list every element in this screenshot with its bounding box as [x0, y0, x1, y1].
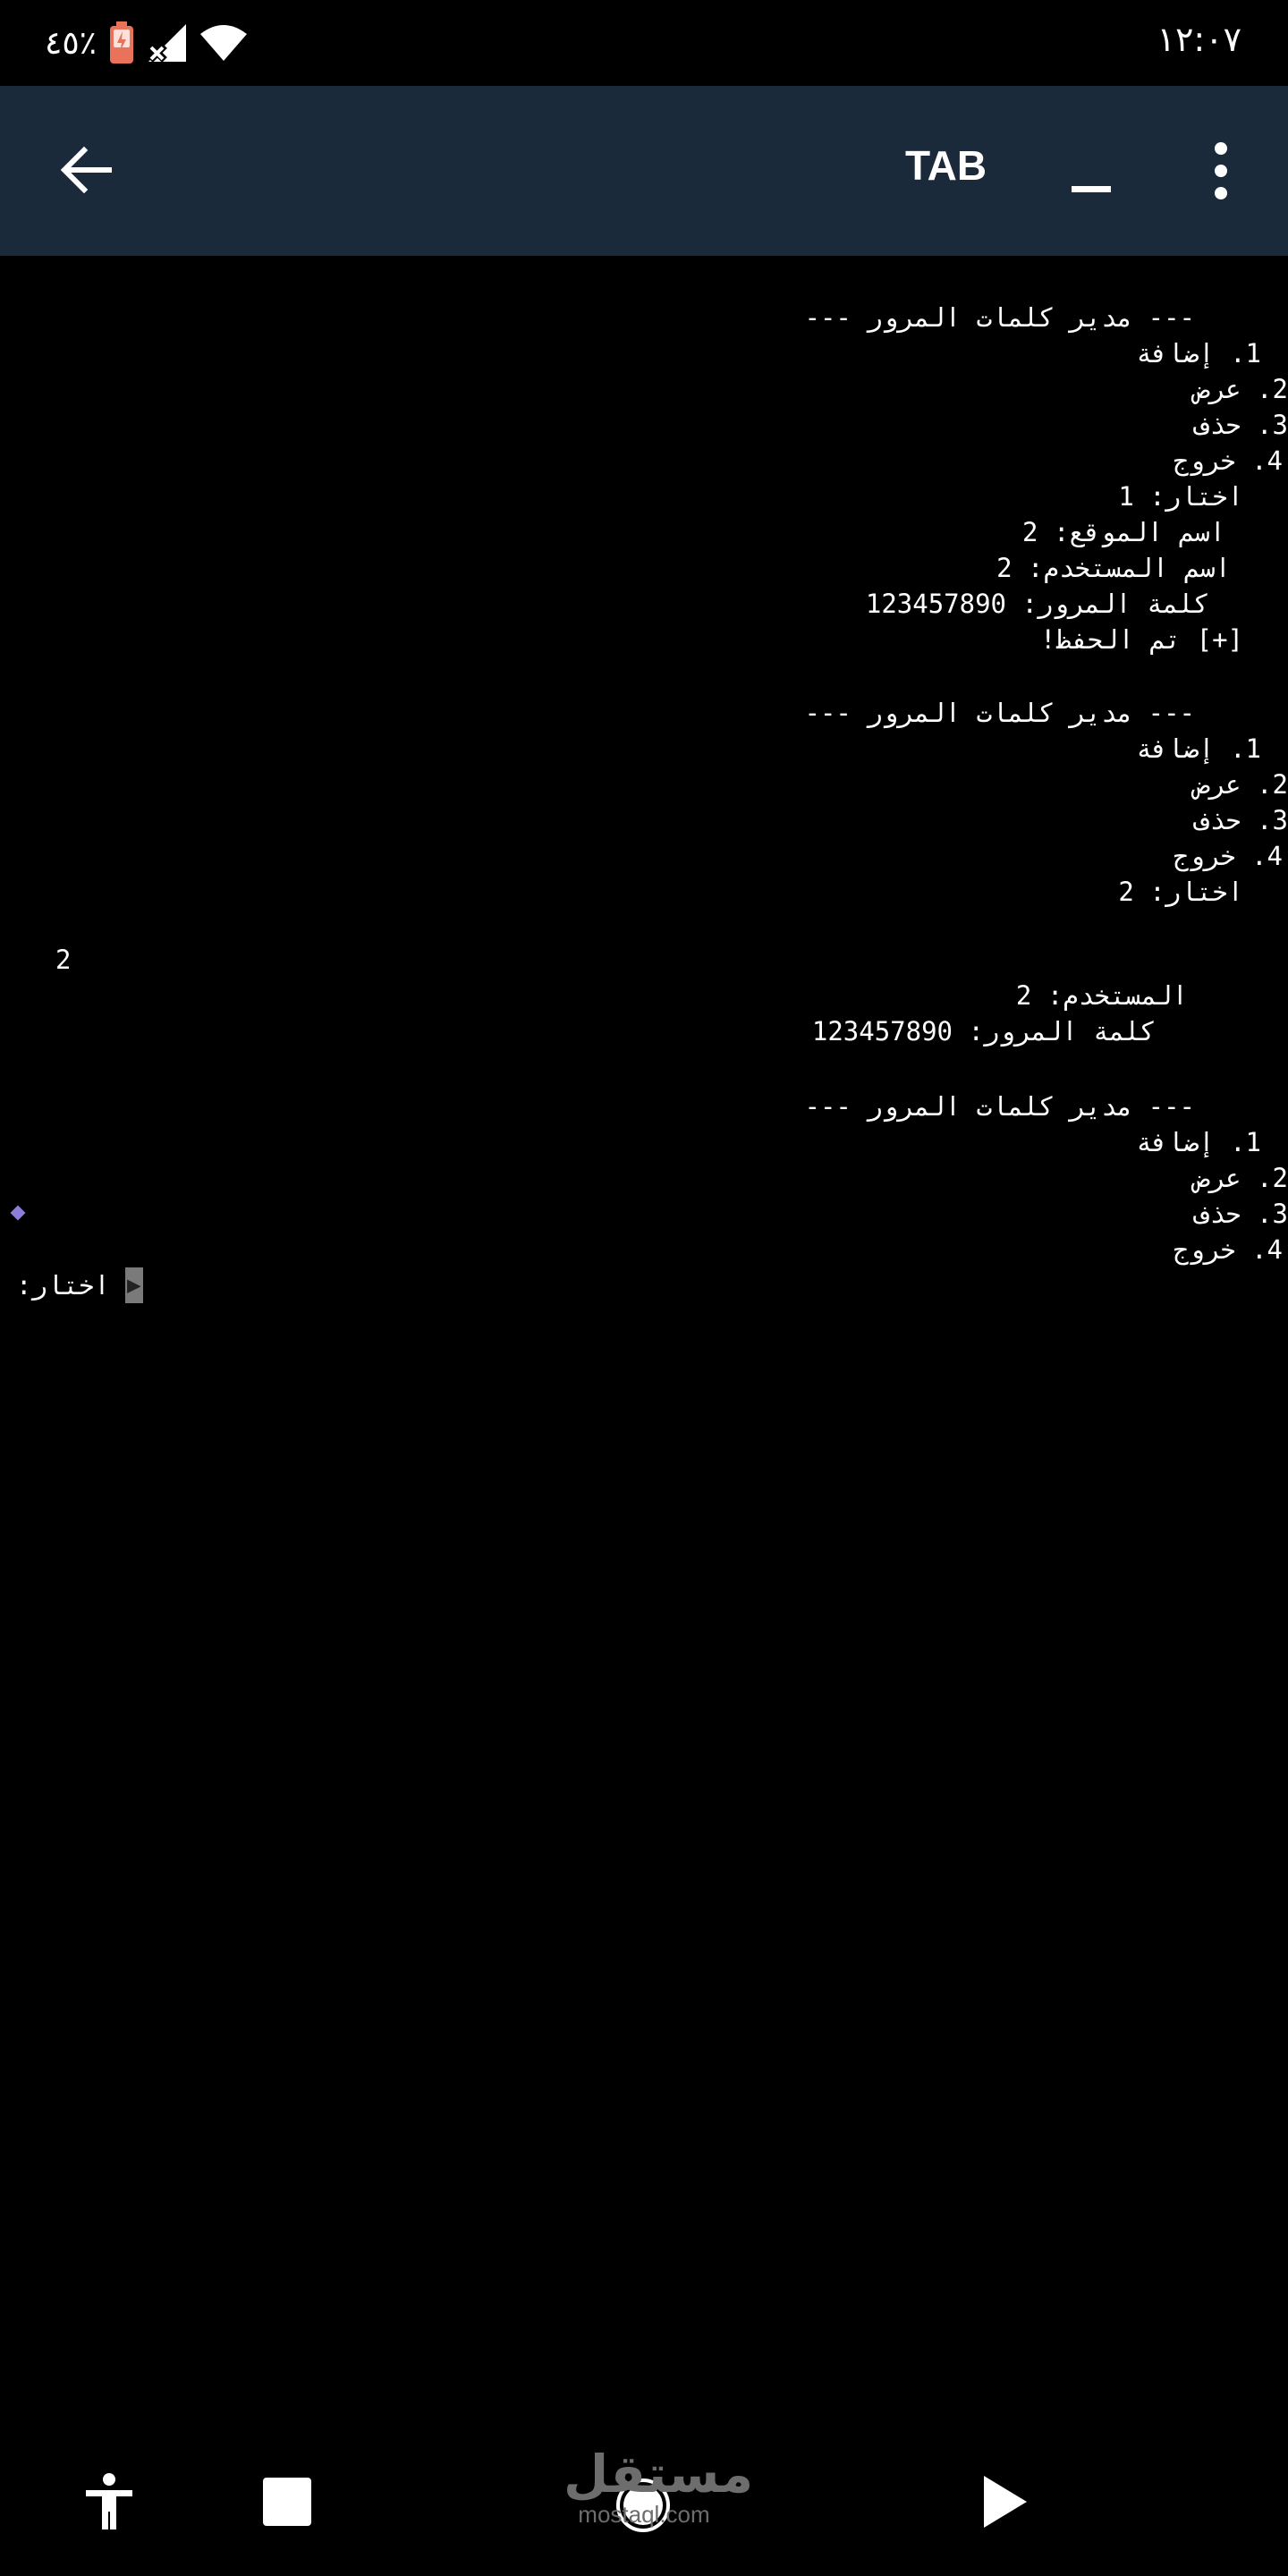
- menu-option-delete: 3. حذف: [1194, 805, 1288, 835]
- status-bar: ٤٥٪ ١٢:٠٧: [0, 0, 1288, 86]
- watermark-arabic: مستقل: [564, 2444, 754, 2504]
- app-toolbar: TAB: [0, 86, 1288, 256]
- status-time: ١٢:٠٧: [1157, 20, 1241, 59]
- watermark-logo: مستقل mostaql.com: [564, 2444, 754, 2546]
- site-name-line: اسم الموقع: 2: [1022, 517, 1225, 547]
- accessibility-icon[interactable]: [84, 2472, 134, 2531]
- menu-option-delete: 3. حذف: [1194, 410, 1288, 440]
- username-line: اسم المستخدم: 2: [996, 553, 1231, 583]
- menu-option-delete: 3. حذف: [1194, 1199, 1288, 1229]
- menu-option-exit: 4. خروج: [1173, 841, 1283, 871]
- menu-option-add: 1. إضافة: [1136, 338, 1261, 369]
- menu-option-view: 2. عرض: [1194, 1163, 1288, 1193]
- watermark-latin: mostaql.com: [578, 2501, 710, 2528]
- choice-line: اختار: 1: [1118, 481, 1243, 512]
- record-username: المستخدم: 2: [1015, 980, 1188, 1011]
- diamond-marker-icon: [10, 1205, 26, 1221]
- stop-icon[interactable]: [263, 2478, 311, 2526]
- menu-header: --- مدير كلمات المرور ---: [804, 302, 1196, 333]
- arrow-back-icon[interactable]: [57, 141, 114, 199]
- play-icon[interactable]: [982, 2474, 1029, 2529]
- terminal-output[interactable]: --- مدير كلمات المرور --- 1. إضافة 2. عر…: [0, 256, 1288, 2420]
- minimize-icon[interactable]: [1072, 186, 1111, 193]
- battery-percent: ٤٥٪: [45, 24, 97, 62]
- menu-option-view: 2. عرض: [1194, 374, 1288, 404]
- password-line: كلمة المرور: 123457890: [865, 589, 1209, 619]
- menu-option-view: 2. عرض: [1194, 769, 1288, 800]
- choice-line: اختار: 2: [1118, 877, 1243, 907]
- record-password: كلمة المرور: 123457890: [811, 1016, 1156, 1046]
- wifi-icon: [200, 25, 248, 61]
- no-signal-icon: [148, 24, 187, 63]
- saved-message: [+] تم الحفظ!: [1040, 624, 1243, 655]
- menu-option-add: 1. إضافة: [1136, 1127, 1261, 1157]
- record-index: 2: [55, 945, 72, 975]
- more-vert-icon[interactable]: [1208, 140, 1234, 202]
- cursor-glyph-icon: ▶: [127, 1272, 141, 1299]
- menu-header: --- مدير كلمات المرور ---: [804, 1091, 1196, 1122]
- menu-header: --- مدير كلمات المرور ---: [804, 698, 1196, 728]
- toolbar-title: TAB: [905, 142, 987, 189]
- status-icons: ٤٥٪: [45, 18, 248, 68]
- menu-option-exit: 4. خروج: [1173, 1234, 1283, 1265]
- menu-option-exit: 4. خروج: [1173, 445, 1283, 476]
- battery-icon: [110, 21, 134, 64]
- menu-option-add: 1. إضافة: [1136, 733, 1261, 764]
- input-prompt: اختار:: [16, 1270, 110, 1301]
